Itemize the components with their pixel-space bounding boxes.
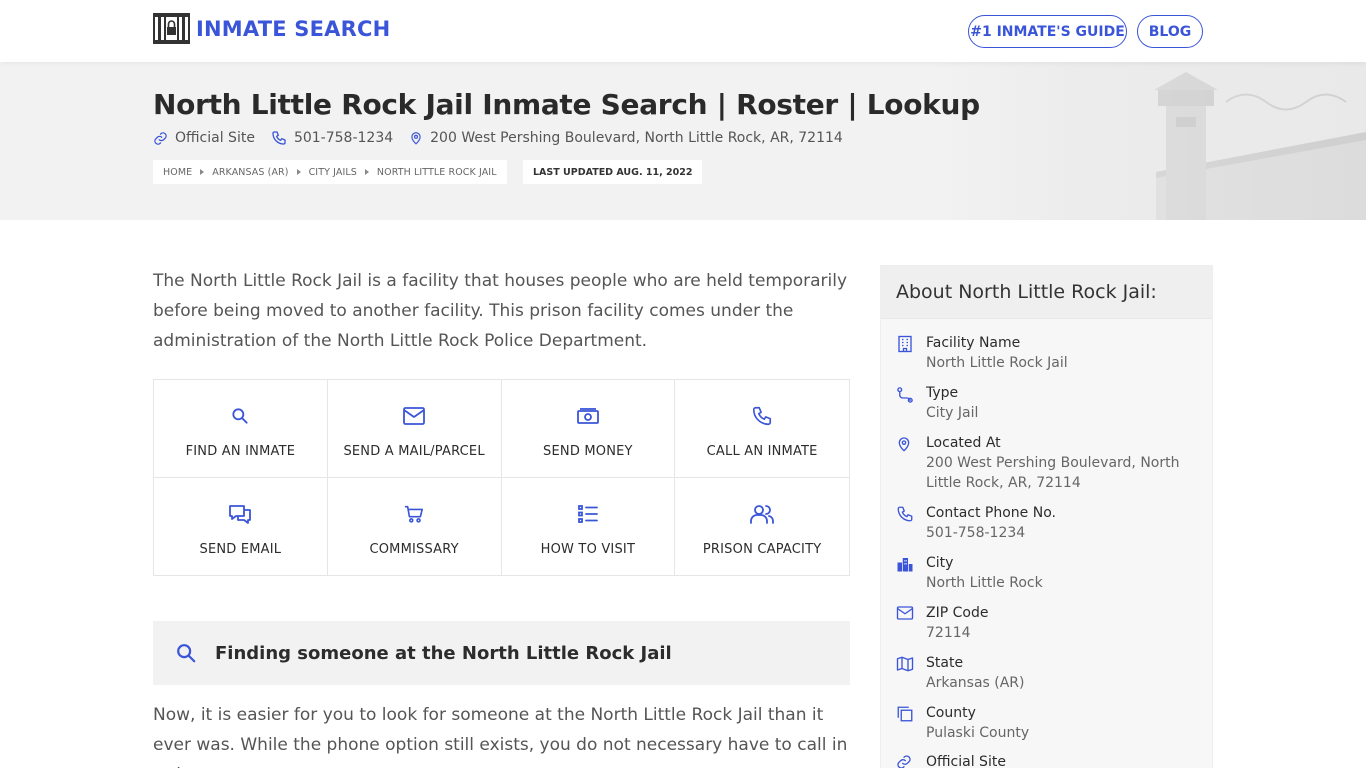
list-icon	[577, 504, 598, 523]
link-icon	[154, 131, 167, 145]
city-icon	[897, 558, 913, 572]
info-value: City Jail	[926, 405, 979, 421]
breadcrumb-current: NORTH LITTLE ROCK JAIL	[376, 166, 497, 178]
cart-icon	[405, 505, 424, 523]
official-site-link[interactable]: Official Site	[153, 130, 255, 146]
info-type: Type City Jail	[896, 383, 1206, 423]
action-label: HOW TO VISIT	[540, 541, 636, 557]
chevron-right-icon	[364, 169, 369, 175]
how-to-visit-card[interactable]: HOW TO VISIT	[502, 477, 676, 575]
send-mail-card[interactable]: SEND A MAIL/PARCEL	[327, 380, 502, 478]
info-location: Located At 200 West Pershing Boulevard, N…	[896, 433, 1206, 493]
chevron-right-icon	[296, 169, 301, 175]
section-paragraph: Now, it is easier for you to look for so…	[153, 705, 848, 768]
info-value: 72114	[926, 625, 971, 641]
breadcrumb-state[interactable]: ARKANSAS (AR)	[212, 167, 288, 178]
info-label: Located At	[926, 435, 1001, 451]
send-money-card[interactable]: SEND MONEY	[501, 380, 676, 478]
call-inmate-card[interactable]: CALL AN INMATE	[675, 380, 849, 478]
action-label: SEND A MAIL/PARCEL	[343, 444, 485, 459]
chevron-right-icon	[200, 169, 205, 175]
info-label: Official Site	[926, 754, 1006, 768]
info-label: Facility Name	[926, 335, 1021, 351]
sidebar-title: About North Little Rock Jail:	[881, 266, 1212, 319]
facility-info-sidebar: About North Little Rock Jail: Facility N…	[880, 265, 1213, 768]
commissary-card[interactable]: COMMISSARY	[328, 477, 502, 575]
phone-link[interactable]: 501-758-1234	[271, 130, 393, 146]
address-link[interactable]: 200 West Pershing Boulevard, North Littl…	[409, 130, 843, 146]
info-value[interactable]: 501-758-1234	[926, 523, 1206, 543]
info-value: 200 West Pershing Boulevard, North Littl…	[926, 455, 1180, 491]
action-label: SEND EMAIL	[199, 541, 282, 557]
brand-name: INMATE SEARCH	[196, 16, 391, 41]
breadcrumb: HOME ARKANSAS (AR) CITY JAILS NORTH LITT…	[153, 160, 507, 184]
phone-number: 501-758-1234	[293, 130, 394, 146]
phone-icon	[753, 406, 772, 426]
breadcrumb-home[interactable]: HOME	[163, 167, 192, 178]
info-facility-name: Facility Name North Little Rock Jail	[896, 333, 1206, 373]
envelope-icon	[403, 407, 426, 425]
info-phone: Contact Phone No. 501-758-1234	[896, 503, 1206, 543]
action-label: COMMISSARY	[369, 541, 459, 557]
info-value: North Little Rock Jail	[926, 355, 1068, 371]
find-inmate-card[interactable]: FIND AN INMATE	[154, 380, 328, 478]
info-zip: ZIP Code 72114	[896, 603, 1206, 643]
money-icon	[576, 408, 599, 424]
map-icon	[896, 656, 914, 672]
envelope-icon	[896, 606, 914, 620]
info-state: State Arkansas (AR)	[896, 653, 1206, 693]
last-updated-badge: LAST UPDATED AUG. 11, 2022	[523, 160, 703, 184]
map-pin-icon	[411, 132, 421, 145]
prison-tower-illustration	[936, 62, 1366, 220]
users-icon	[750, 504, 775, 524]
info-label: Contact Phone No.	[926, 505, 1056, 521]
official-site-label: Official Site	[175, 130, 255, 146]
action-label: CALL AN INMATE	[706, 444, 818, 459]
phone-icon	[272, 131, 286, 145]
nav-inmates-guide-button[interactable]: #1 INMATE'S GUIDE	[968, 15, 1127, 48]
link-icon	[897, 755, 911, 768]
phone-icon	[897, 506, 913, 522]
route-icon	[897, 387, 913, 403]
send-email-card[interactable]: SEND EMAIL	[154, 477, 328, 575]
action-label: FIND AN INMATE	[185, 444, 296, 459]
info-label: City	[926, 555, 954, 571]
section-header: Finding someone at the North Little Rock…	[153, 621, 850, 685]
prison-capacity-card[interactable]: PRISON CAPACITY	[675, 478, 849, 576]
info-label: County	[926, 705, 976, 721]
section-title: Finding someone at the North Little Rock…	[215, 642, 672, 664]
building-icon	[898, 335, 912, 353]
search-icon	[177, 644, 196, 663]
action-grid: FIND AN INMATE SEND A MAIL/PARCEL SEND M…	[153, 379, 850, 576]
info-label: State	[926, 655, 964, 671]
chat-icon	[229, 504, 252, 524]
site-logo[interactable]: INMATE SEARCH	[153, 13, 390, 44]
info-value: North Little Rock	[926, 575, 1043, 591]
action-label: PRISON CAPACITY	[702, 541, 822, 557]
info-value: Pulaski County	[926, 725, 1030, 741]
jail-logo-icon	[153, 13, 190, 44]
info-label: Type	[926, 385, 959, 401]
breadcrumb-city-jails[interactable]: CITY JAILS	[309, 167, 357, 178]
info-label: ZIP Code	[926, 605, 989, 621]
facility-meta: Official Site 501-758-1234 200 West Pers…	[153, 130, 859, 146]
info-county: County Pulaski County	[896, 703, 1206, 743]
info-city: City North Little Rock	[896, 553, 1206, 593]
map-pin-icon	[898, 437, 910, 452]
page-title: North Little Rock Jail Inmate Search | R…	[153, 88, 980, 121]
action-label: SEND MONEY	[543, 444, 633, 459]
facility-address: 200 West Pershing Boulevard, North Littl…	[430, 130, 843, 146]
nav-blog-button[interactable]: BLOG	[1137, 15, 1203, 48]
info-value: Arkansas (AR)	[926, 675, 1025, 691]
copy-icon	[897, 706, 913, 722]
intro-paragraph: The North Little Rock Jail is a facility…	[153, 271, 848, 351]
info-official-site[interactable]: Official Site	[896, 752, 1006, 768]
site-header: INMATE SEARCH #1 INMATE'S GUIDE BLOG	[0, 0, 1366, 62]
search-icon	[232, 408, 248, 424]
